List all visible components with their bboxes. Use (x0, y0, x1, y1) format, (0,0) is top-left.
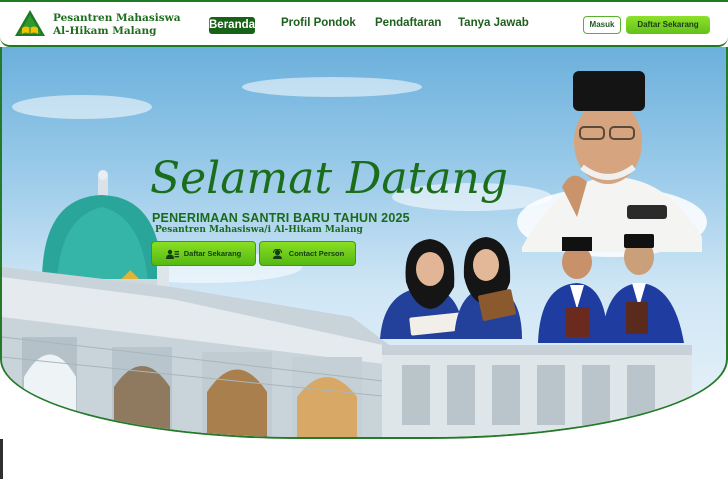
register-button[interactable]: Daftar Sekarang (626, 16, 710, 34)
nav-tanya-jawab[interactable]: Tanya Jawab (458, 17, 529, 29)
hero-title: Selamat Datang (150, 153, 509, 204)
brand-line2: Al-Hikam Malang (53, 25, 157, 37)
brand-name[interactable]: Pesantren Mahasiswa Al-Hikam Malang (53, 12, 181, 38)
logo-icon[interactable] (14, 9, 46, 39)
hero-tagline: Pesantren Mahasiswa/i Al-Hikam Malang (155, 225, 363, 235)
navbar: Pesantren Mahasiswa Al-Hikam Malang Bera… (0, 0, 728, 47)
kyai-portrait (517, 71, 707, 257)
brand-line1: Pesantren Mahasiswa (53, 12, 181, 24)
nav-pendaftaran[interactable]: Pendaftaran (375, 17, 441, 29)
login-button[interactable]: Masuk (583, 16, 621, 34)
nav-beranda[interactable]: Beranda (209, 17, 255, 34)
hero-banner: Selamat Datang PENERIMAAN SANTRI BARU TA… (0, 47, 728, 439)
nav-profil-pondok[interactable]: Profil Pondok (281, 17, 356, 29)
hero-illustration (2, 71, 707, 437)
hero-subtitle: PENERIMAAN SANTRI BARU TAHUN 2025 (152, 211, 410, 225)
page-edge-divider (0, 439, 3, 479)
headset-icon (272, 248, 282, 259)
campus-building (382, 345, 692, 437)
mosque-building (2, 267, 393, 437)
register-now-button[interactable]: Daftar Sekarang (151, 241, 256, 266)
contact-person-button[interactable]: Contact Person (259, 241, 356, 266)
register-now-label: Daftar Sekarang (183, 249, 242, 258)
contact-person-label: Contact Person (288, 249, 345, 258)
users-icon (165, 249, 179, 259)
